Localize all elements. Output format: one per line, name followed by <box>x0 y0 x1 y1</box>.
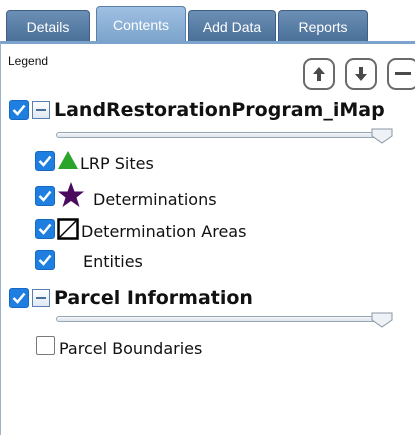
purple-star-icon <box>58 182 84 207</box>
group-collapse-toggle[interactable] <box>32 101 50 119</box>
tab-reports[interactable]: Reports <box>278 10 368 42</box>
transparency-slider-track[interactable] <box>56 316 392 322</box>
layer-label-parcel-boundaries: Parcel Boundaries <box>59 339 203 358</box>
transparency-slider-thumb[interactable] <box>371 312 393 328</box>
layer-label-lrp-sites: LRP Sites <box>80 154 154 173</box>
minus-icon <box>395 72 411 75</box>
layer-label-determination-areas: Determination Areas <box>81 222 247 241</box>
checkmark-icon <box>12 104 26 116</box>
group-checkbox-landrestorationprogram[interactable] <box>9 100 29 120</box>
minus-icon <box>36 297 46 299</box>
contents-panel: Legend LandRestorationProgram_iMap LRP S… <box>0 41 415 435</box>
hatched-square-icon <box>57 218 79 240</box>
layer-label-entities: Entities <box>83 252 143 271</box>
tab-bar: Details Contents Add Data Reports <box>0 0 415 42</box>
checkmark-icon <box>38 223 52 235</box>
transparency-slider-thumb[interactable] <box>371 128 393 144</box>
green-triangle-icon <box>58 151 78 169</box>
layer-checkbox-determinations[interactable] <box>35 186 55 206</box>
checkmark-icon <box>12 292 26 304</box>
move-up-button[interactable] <box>303 58 335 90</box>
checkmark-icon <box>38 190 52 202</box>
group-title-parcel-information: Parcel Information <box>54 287 253 309</box>
group-title-landrestorationprogram: LandRestorationProgram_iMap <box>54 99 385 121</box>
minus-icon <box>36 109 46 111</box>
arrow-down-icon <box>355 67 367 81</box>
group-checkbox-parcel-information[interactable] <box>9 288 29 308</box>
layer-label-determinations: Determinations <box>93 190 217 209</box>
collapse-all-button[interactable] <box>387 58 415 90</box>
checkmark-icon <box>38 254 52 266</box>
move-down-button[interactable] <box>345 58 377 90</box>
layer-checkbox-parcel-boundaries[interactable] <box>36 336 55 355</box>
legend-label: Legend <box>8 54 49 68</box>
arrow-up-icon <box>313 67 325 81</box>
layer-checkbox-entities[interactable] <box>35 250 55 270</box>
layer-checkbox-determination-areas[interactable] <box>35 219 55 239</box>
tab-details[interactable]: Details <box>6 10 90 42</box>
checkmark-icon <box>38 155 52 167</box>
transparency-slider-track[interactable] <box>56 132 392 138</box>
tab-contents[interactable]: Contents <box>96 6 186 42</box>
group-collapse-toggle[interactable] <box>32 289 50 307</box>
tab-add-data[interactable]: Add Data <box>188 10 276 42</box>
layer-checkbox-lrp-sites[interactable] <box>35 151 55 171</box>
